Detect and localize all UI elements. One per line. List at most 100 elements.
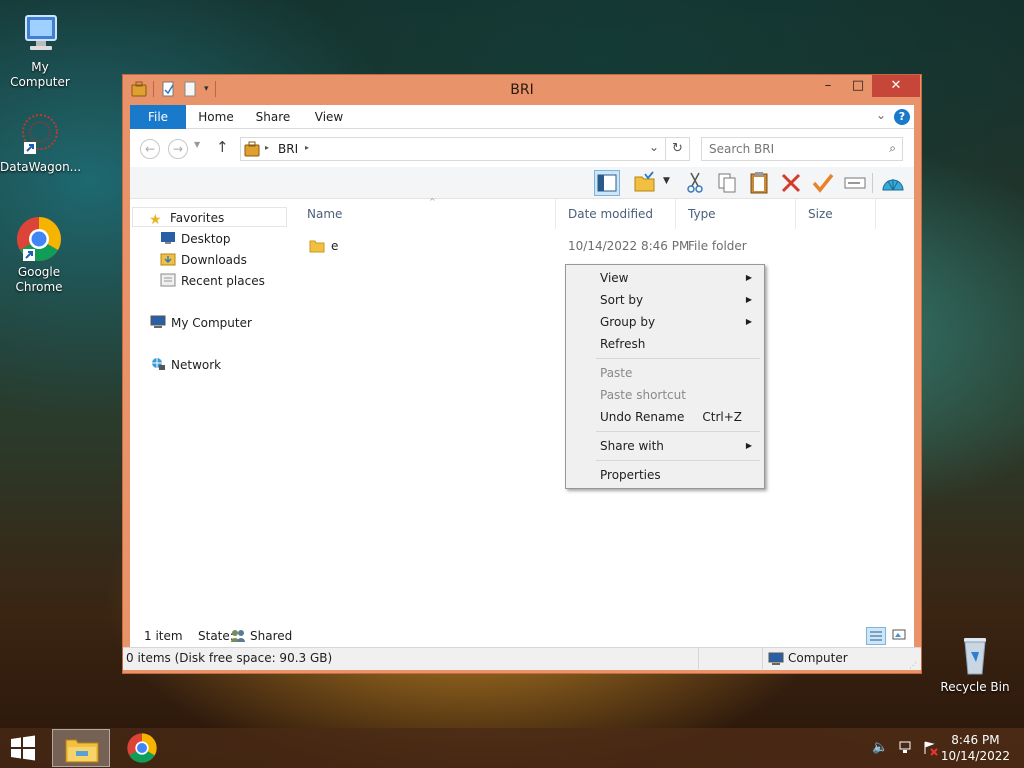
address-dropdown-icon[interactable]: ⌄	[649, 140, 659, 154]
chrome-icon	[127, 733, 157, 763]
recent-locations-icon[interactable]: ▼	[194, 140, 200, 149]
cut-icon[interactable]	[682, 170, 708, 196]
details-bar: 0 items (Disk free space: 90.3 GB) Compu…	[123, 647, 921, 670]
dropdown-arrow-icon[interactable]: ▼	[663, 176, 670, 186]
computer-icon	[16, 10, 64, 58]
refresh-icon[interactable]: ↻	[665, 138, 689, 160]
desktop-icon-datawagon[interactable]: DataWagon...	[0, 110, 81, 175]
start-button[interactable]	[8, 734, 40, 762]
nav-item-desktop[interactable]: Desktop	[160, 229, 231, 249]
minimize-button[interactable]: –	[813, 75, 843, 97]
checkmark-icon[interactable]	[810, 170, 836, 196]
forward-button[interactable]: →	[168, 139, 188, 159]
menu-item-paste[interactable]: Paste	[568, 362, 762, 384]
tab-view[interactable]: View	[306, 105, 352, 129]
nav-item-favorites[interactable]: ★ Favorites	[132, 207, 287, 227]
nav-item-recent-places[interactable]: Recent places	[160, 271, 265, 291]
menu-separator	[596, 460, 760, 461]
taskbar-explorer-button[interactable]	[52, 729, 110, 767]
file-row[interactable]: e 10/14/2022 8:46 PM File folder	[295, 235, 914, 257]
resize-grip-icon[interactable]: ⋰	[909, 655, 917, 676]
column-type[interactable]: Type	[676, 199, 796, 229]
desktop-icon-recycle-bin[interactable]: Recycle Bin	[935, 630, 1015, 695]
search-icon[interactable]: ⌕	[889, 141, 896, 156]
submenu-arrow-icon: ▶	[745, 273, 752, 282]
file-explorer-icon	[65, 739, 99, 763]
submenu-arrow-icon: ▶	[745, 317, 752, 326]
up-button[interactable]: ↑	[216, 138, 229, 156]
nav-item-my-computer[interactable]: My Computer	[150, 313, 252, 333]
delete-icon[interactable]	[778, 170, 804, 196]
menu-label: Sort by	[600, 293, 644, 307]
submenu-arrow-icon: ▶	[745, 441, 752, 450]
menu-label: Properties	[600, 468, 661, 482]
file-date: 10/14/2022 8:46 PM	[568, 239, 690, 253]
network-tray-icon[interactable]	[898, 740, 914, 759]
menu-item-view[interactable]: View ▶	[568, 267, 762, 289]
volume-muted-icon[interactable]: 🔈	[872, 740, 888, 755]
preview-pane-button[interactable]	[594, 170, 620, 196]
folder-options-icon[interactable]	[632, 170, 658, 196]
menu-item-group-by[interactable]: Group by ▶	[568, 311, 762, 333]
nav-item-network[interactable]: Network	[150, 355, 221, 375]
location-text: Computer	[788, 651, 848, 665]
search-box[interactable]: ⌕	[701, 137, 903, 161]
paste-icon[interactable]	[746, 170, 772, 196]
menu-label: Paste	[600, 366, 633, 380]
menu-label: View	[600, 271, 629, 285]
breadcrumb-bri[interactable]: BRI	[278, 142, 298, 156]
expand-ribbon-icon[interactable]: ⌄	[876, 108, 886, 122]
window-title: BRI	[510, 82, 534, 98]
tab-share[interactable]: Share	[250, 105, 296, 129]
star-icon: ★	[149, 212, 162, 228]
menu-item-sort-by[interactable]: Sort by ▶	[568, 289, 762, 311]
taskbar: 🔈 8:46 PM 10/14/2022	[0, 728, 1024, 768]
file-type: File folder	[688, 239, 747, 253]
status-divider	[762, 648, 763, 669]
nav-label: Desktop	[181, 232, 231, 246]
maximize-button[interactable]: □	[843, 75, 873, 97]
item-count: 1 item	[144, 629, 183, 643]
menu-item-undo-rename[interactable]: Undo Rename Ctrl+Z	[568, 406, 762, 428]
rename-icon[interactable]	[842, 170, 868, 196]
desktop-icon-chrome[interactable]: Google Chrome	[0, 215, 79, 295]
action-center-icon[interactable]	[922, 740, 938, 759]
copy-icon[interactable]	[714, 170, 740, 196]
menu-item-refresh[interactable]: Refresh	[568, 333, 762, 355]
title-bar[interactable]: ▾ BRI – □ ✕	[123, 75, 921, 105]
taskbar-chrome-button[interactable]	[126, 732, 158, 764]
address-row: ← → ▼ ↑ ▸ BRI ▸ ⌄ ↻ ⌕	[130, 130, 914, 166]
details-view-button[interactable]	[866, 627, 886, 645]
clock[interactable]: 8:46 PM 10/14/2022	[941, 732, 1010, 764]
nav-item-downloads[interactable]: Downloads	[160, 250, 247, 270]
column-date-modified[interactable]: Date modified	[556, 199, 676, 229]
back-button[interactable]: ←	[140, 139, 160, 159]
tab-file[interactable]: File	[130, 105, 186, 129]
large-icons-view-button[interactable]	[890, 627, 910, 645]
desktop-icon-my-computer[interactable]: My Computer	[0, 10, 80, 90]
search-input[interactable]	[709, 139, 879, 159]
datawagon-icon	[16, 110, 64, 158]
help-button[interactable]: ?	[894, 109, 910, 125]
nav-label: My Computer	[171, 316, 252, 330]
column-size[interactable]: Size	[796, 199, 876, 229]
shell-icon[interactable]	[880, 170, 906, 196]
window-content: File Home Share View ⌄ ? ← → ▼ ↑ ▸ BRI ▸…	[123, 105, 921, 670]
address-bar[interactable]: ▸ BRI ▸ ⌄ ↻	[240, 137, 690, 161]
breadcrumb-chevron-icon[interactable]: ▸	[265, 143, 269, 152]
column-name[interactable]: Name	[295, 199, 556, 229]
nav-label: Downloads	[181, 253, 247, 267]
folder-briefcase-icon	[244, 141, 260, 160]
close-button[interactable]: ✕	[872, 75, 920, 97]
navigation-pane: ★ Favorites Desktop Downloads Recent plac…	[130, 207, 295, 629]
menu-item-share-with[interactable]: Share with ▶	[568, 435, 762, 457]
breadcrumb-chevron-icon[interactable]: ▸	[305, 143, 309, 152]
network-icon	[150, 357, 166, 371]
clock-date: 10/14/2022	[940, 749, 1010, 763]
menu-item-paste-shortcut[interactable]: Paste shortcut	[568, 384, 762, 406]
state-value: Shared	[250, 629, 293, 643]
menu-item-properties[interactable]: Properties	[568, 464, 762, 486]
command-toolbar: ▼	[130, 167, 914, 199]
status-bar: 1 item State: Shared	[130, 625, 914, 647]
tab-home[interactable]: Home	[192, 105, 240, 129]
